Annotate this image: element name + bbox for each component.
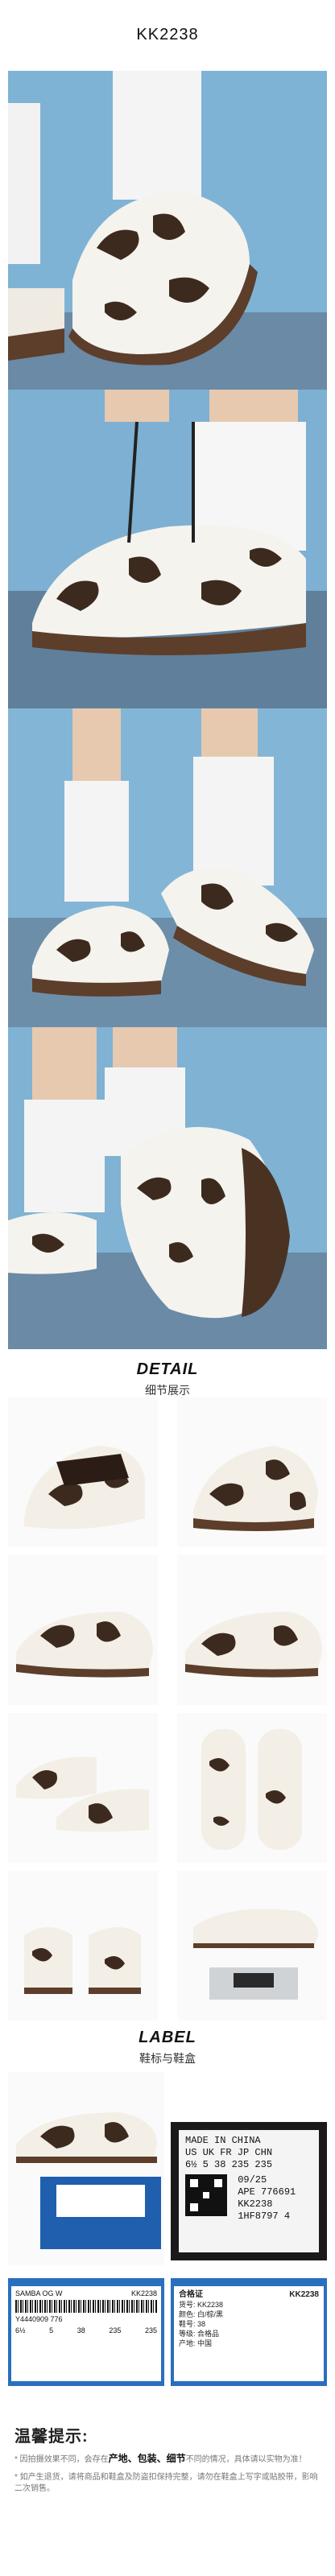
- product-photo-2: [8, 390, 327, 708]
- cert-line: 货号: KK2238: [179, 2301, 224, 2309]
- detail-title-cn: 细节展示: [145, 1384, 190, 1397]
- cert-line: 颜色: 白/棕/黑: [179, 2310, 224, 2318]
- detail-image-1: [8, 1397, 158, 1547]
- notice-item-1: * 因拍摄效果不同，会存在产地、包装、细节不同的情况，具体请以实物为准！: [14, 2453, 321, 2466]
- notice-item-1-bold: 产地、包装、细节: [108, 2453, 186, 2464]
- cert-line: 产地: 中国: [179, 2339, 213, 2347]
- cert-line: 等级: 合格品: [179, 2330, 220, 2338]
- box-uk: 5: [49, 2326, 54, 2334]
- certificate-card: 合格证 KK2238 货号: KK2238 颜色: 白/棕/黑 鞋号: 38 等…: [171, 2278, 327, 2386]
- box-chn: 235: [144, 2326, 157, 2334]
- box-barcode-text: Y4440909 776: [15, 2315, 63, 2323]
- detail-image-3: [8, 1555, 158, 1705]
- product-photo-3: [8, 708, 327, 1027]
- detail-section-title: DETAIL 细节展示: [0, 1360, 335, 1398]
- detail-image-7: [8, 1871, 158, 2021]
- box-label-card: SAMBA OG W KK2238 Y4440909 776 6½ 5 38 2…: [8, 2278, 164, 2386]
- page-header: KK2238: [0, 0, 335, 71]
- notice-section: 温馨提示: * 因拍摄效果不同，会存在产地、包装、细节不同的情况，具体请以实物为…: [14, 2423, 321, 2495]
- box-model-name: SAMBA OG W: [15, 2289, 63, 2297]
- product-photo-1: [8, 71, 327, 390]
- box-article: KK2238: [130, 2289, 157, 2297]
- box-barcode-graphic: [15, 2300, 157, 2313]
- cert-line: 鞋号: 38: [179, 2320, 206, 2328]
- detail-image-5: [8, 1713, 158, 1863]
- detail-image-6: [177, 1713, 327, 1863]
- box-jp: 235: [109, 2326, 122, 2334]
- cert-title: 合格证: [179, 2290, 203, 2299]
- tag-lot: APE 776691: [238, 2186, 296, 2198]
- notice-item-2: * 如产生退货，请将商品和鞋盒及防盗扣保持完整，请勿在鞋盒上写字或贴胶带，影响二…: [14, 2473, 318, 2493]
- shoe-tag-card: MADE IN CHINA US UK FR JP CHN 6½ 5 38 23…: [171, 2122, 327, 2260]
- qr-code-icon: [185, 2174, 227, 2216]
- tag-size-values: 6½ 5 38 235 235: [185, 2159, 273, 2170]
- tag-date: 09/25: [238, 2174, 267, 2186]
- detail-image-2: [177, 1397, 327, 1547]
- tag-model: KK2238: [238, 2198, 273, 2210]
- box-us: 6½: [15, 2326, 26, 2334]
- shoe-on-box-image: [8, 2072, 164, 2265]
- tag-size-header: US UK FR JP CHN: [185, 2147, 273, 2158]
- product-photo-4: [8, 1027, 327, 1349]
- notice-title: 温馨提示:: [14, 2428, 89, 2446]
- label-section-title: LABEL 鞋标与鞋盒: [0, 2029, 335, 2066]
- notice-item-1-prefix: * 因拍摄效果不同，会存在: [14, 2455, 109, 2464]
- label-title-en: LABEL: [139, 2029, 196, 2046]
- notice-item-1-suffix: 不同的情况，具体请以实物为准！: [185, 2455, 307, 2464]
- detail-image-4: [177, 1555, 327, 1705]
- cert-code: KK2238: [289, 2290, 319, 2299]
- certificate: 合格证 KK2238 货号: KK2238 颜色: 白/棕/黑 鞋号: 38 等…: [174, 2286, 324, 2381]
- box-fr: 38: [77, 2326, 85, 2334]
- label-title-cn: 鞋标与鞋盒: [139, 2052, 196, 2065]
- tag-made-in: MADE IN CHINA: [185, 2135, 261, 2146]
- detail-title-en: DETAIL: [136, 1360, 199, 1378]
- shoe-tag: MADE IN CHINA US UK FR JP CHN 6½ 5 38 23…: [179, 2130, 319, 2252]
- detail-image-8: [177, 1871, 327, 2021]
- tag-ids: 1HF8797 4: [238, 2211, 291, 2222]
- box-label: SAMBA OG W KK2238 Y4440909 776 6½ 5 38 2…: [11, 2286, 161, 2381]
- product-code: KK2238: [136, 26, 199, 43]
